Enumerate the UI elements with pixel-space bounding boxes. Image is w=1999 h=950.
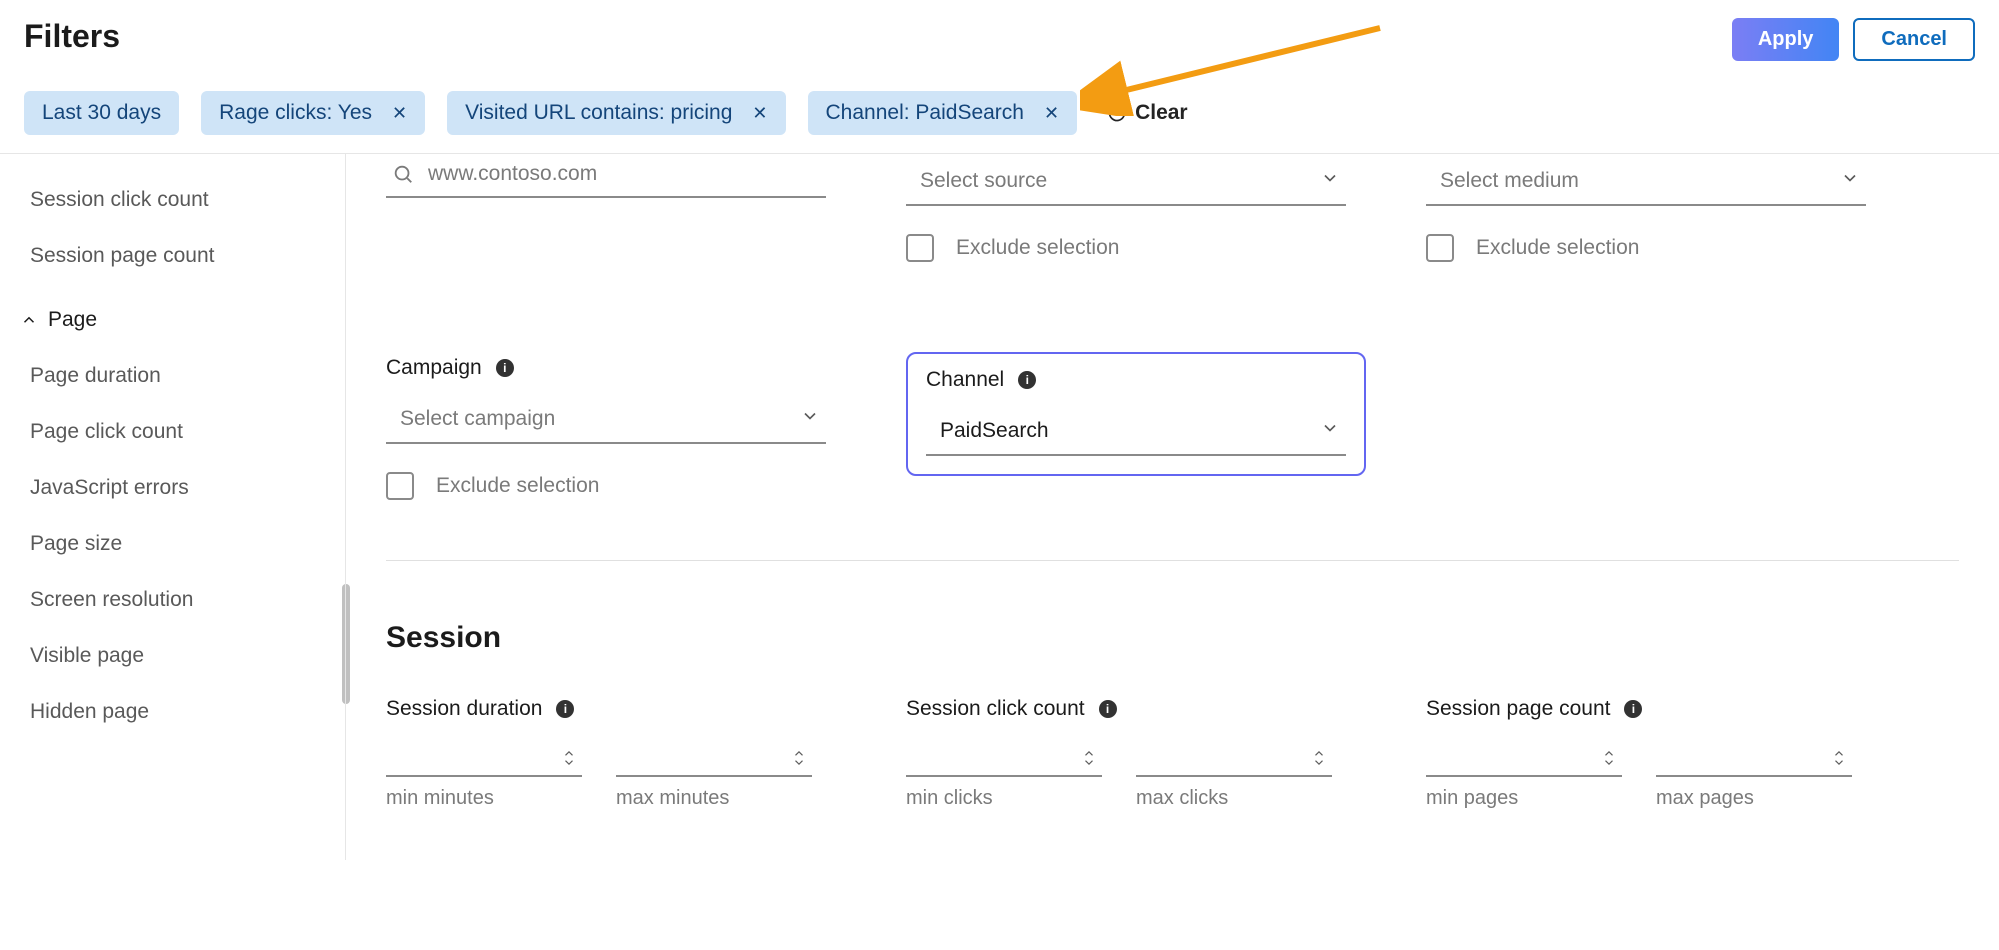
sidebar-item-screen-resolution[interactable]: Screen resolution <box>20 572 346 628</box>
info-icon[interactable]: i <box>1099 700 1117 718</box>
cancel-button[interactable]: Cancel <box>1853 18 1975 61</box>
filters-main: www.contoso.com Select source Exclude se… <box>346 154 1999 860</box>
clear-filters-button[interactable]: Clear <box>1107 101 1188 125</box>
chip-label: Channel: PaidSearch <box>826 101 1024 125</box>
info-icon[interactable]: i <box>1018 371 1036 389</box>
info-icon[interactable]: i <box>556 700 574 718</box>
chip-label: Visited URL contains: pricing <box>465 101 732 125</box>
sidebar-item-hidden-page[interactable]: Hidden page <box>20 684 346 740</box>
info-icon[interactable]: i <box>496 359 514 377</box>
sidebar-item-page-click-count[interactable]: Page click count <box>20 404 346 460</box>
source-select[interactable]: Select source <box>906 162 1346 206</box>
medium-placeholder: Select medium <box>1440 169 1579 193</box>
clicks-min-input[interactable] <box>906 741 1102 777</box>
section-divider <box>386 560 1959 561</box>
channel-highlight: Channel i PaidSearch <box>906 352 1366 476</box>
sidebar-item-page-duration[interactable]: Page duration <box>20 348 346 404</box>
close-icon[interactable]: ✕ <box>1044 104 1059 122</box>
close-icon[interactable]: ✕ <box>752 104 767 122</box>
source-field: Select source Exclude selection <box>906 162 1346 262</box>
chevron-down-icon <box>1320 418 1340 444</box>
duration-min-hint: min minutes <box>386 787 582 810</box>
filter-chip-channel[interactable]: Channel: PaidSearch ✕ <box>808 91 1078 135</box>
chevron-down-icon <box>1320 168 1340 194</box>
clear-label: Clear <box>1135 101 1188 125</box>
sidebar-item-session-click-count[interactable]: Session click count <box>20 172 346 228</box>
campaign-field: Campaign i Select campaign Exclude selec… <box>386 352 826 500</box>
campaign-select[interactable]: Select campaign <box>386 400 826 444</box>
info-icon[interactable]: i <box>1624 700 1642 718</box>
session-heading: Session <box>386 621 1959 655</box>
sidebar-item-javascript-errors[interactable]: JavaScript errors <box>20 460 346 516</box>
pages-max-hint: max pages <box>1656 787 1852 810</box>
stepper-icon[interactable] <box>1310 746 1328 770</box>
medium-field: Select medium Exclude selection <box>1426 162 1866 262</box>
url-field: www.contoso.com <box>386 162 826 262</box>
session-page-count-field: Session page count i min pages <box>1426 693 1866 810</box>
channel-select[interactable]: PaidSearch <box>926 412 1346 456</box>
page-title: Filters <box>24 18 120 55</box>
duration-min-input[interactable] <box>386 741 582 777</box>
url-value: www.contoso.com <box>428 162 597 186</box>
exclude-campaign-label: Exclude selection <box>436 474 599 498</box>
campaign-label: Campaign <box>386 356 482 380</box>
source-placeholder: Select source <box>920 169 1047 193</box>
url-input[interactable]: www.contoso.com <box>386 162 826 198</box>
channel-value: PaidSearch <box>940 419 1049 443</box>
chevron-down-icon <box>1840 168 1860 194</box>
filter-chip-date[interactable]: Last 30 days <box>24 91 179 135</box>
search-icon <box>392 163 414 185</box>
close-icon[interactable]: ✕ <box>392 104 407 122</box>
chevron-down-icon <box>800 406 820 432</box>
exclude-medium-checkbox[interactable] <box>1426 234 1454 262</box>
stepper-icon[interactable] <box>1080 746 1098 770</box>
stepper-icon[interactable] <box>790 746 808 770</box>
clicks-max-input[interactable] <box>1136 741 1332 777</box>
filter-chips-row: Last 30 days Rage clicks: Yes ✕ Visited … <box>0 61 1999 154</box>
session-clicks-label: Session click count <box>906 697 1085 721</box>
scrollbar-thumb[interactable] <box>342 584 350 704</box>
exclude-campaign-checkbox[interactable] <box>386 472 414 500</box>
channel-field: Channel i PaidSearch <box>906 352 1366 500</box>
session-click-count-field: Session click count i min clicks <box>906 693 1346 810</box>
exclude-medium-label: Exclude selection <box>1476 236 1639 260</box>
chevron-up-icon <box>20 311 38 329</box>
stepper-icon[interactable] <box>1830 746 1848 770</box>
session-duration-field: Session duration i min minutes <box>386 693 826 810</box>
exclude-source-checkbox[interactable] <box>906 234 934 262</box>
duration-max-hint: max minutes <box>616 787 812 810</box>
chip-label: Last 30 days <box>42 101 161 125</box>
sidebar-group-label: Page <box>48 308 97 332</box>
pages-max-input[interactable] <box>1656 741 1852 777</box>
sidebar-item-session-page-count[interactable]: Session page count <box>20 228 346 284</box>
pages-min-hint: min pages <box>1426 787 1622 810</box>
sidebar-item-visible-page[interactable]: Visible page <box>20 628 346 684</box>
stepper-icon[interactable] <box>560 746 578 770</box>
channel-label: Channel <box>926 368 1004 392</box>
clicks-max-hint: max clicks <box>1136 787 1332 810</box>
filter-chip-rage-clicks[interactable]: Rage clicks: Yes ✕ <box>201 91 425 135</box>
stepper-icon[interactable] <box>1600 746 1618 770</box>
exclude-source-label: Exclude selection <box>956 236 1119 260</box>
sidebar-group-page[interactable]: Page <box>20 284 346 348</box>
header-actions: Apply Cancel <box>1732 18 1975 61</box>
filter-chip-visited-url[interactable]: Visited URL contains: pricing ✕ <box>447 91 785 135</box>
session-pages-label: Session page count <box>1426 697 1610 721</box>
clicks-min-hint: min clicks <box>906 787 1102 810</box>
pages-min-input[interactable] <box>1426 741 1622 777</box>
medium-select[interactable]: Select medium <box>1426 162 1866 206</box>
duration-max-input[interactable] <box>616 741 812 777</box>
session-duration-label: Session duration <box>386 697 542 721</box>
sidebar-item-page-size[interactable]: Page size <box>20 516 346 572</box>
apply-button[interactable]: Apply <box>1732 18 1840 61</box>
undo-icon <box>1107 103 1127 123</box>
filters-sidebar: Session click count Session page count P… <box>0 154 346 860</box>
chip-label: Rage clicks: Yes <box>219 101 372 125</box>
campaign-placeholder: Select campaign <box>400 407 555 431</box>
